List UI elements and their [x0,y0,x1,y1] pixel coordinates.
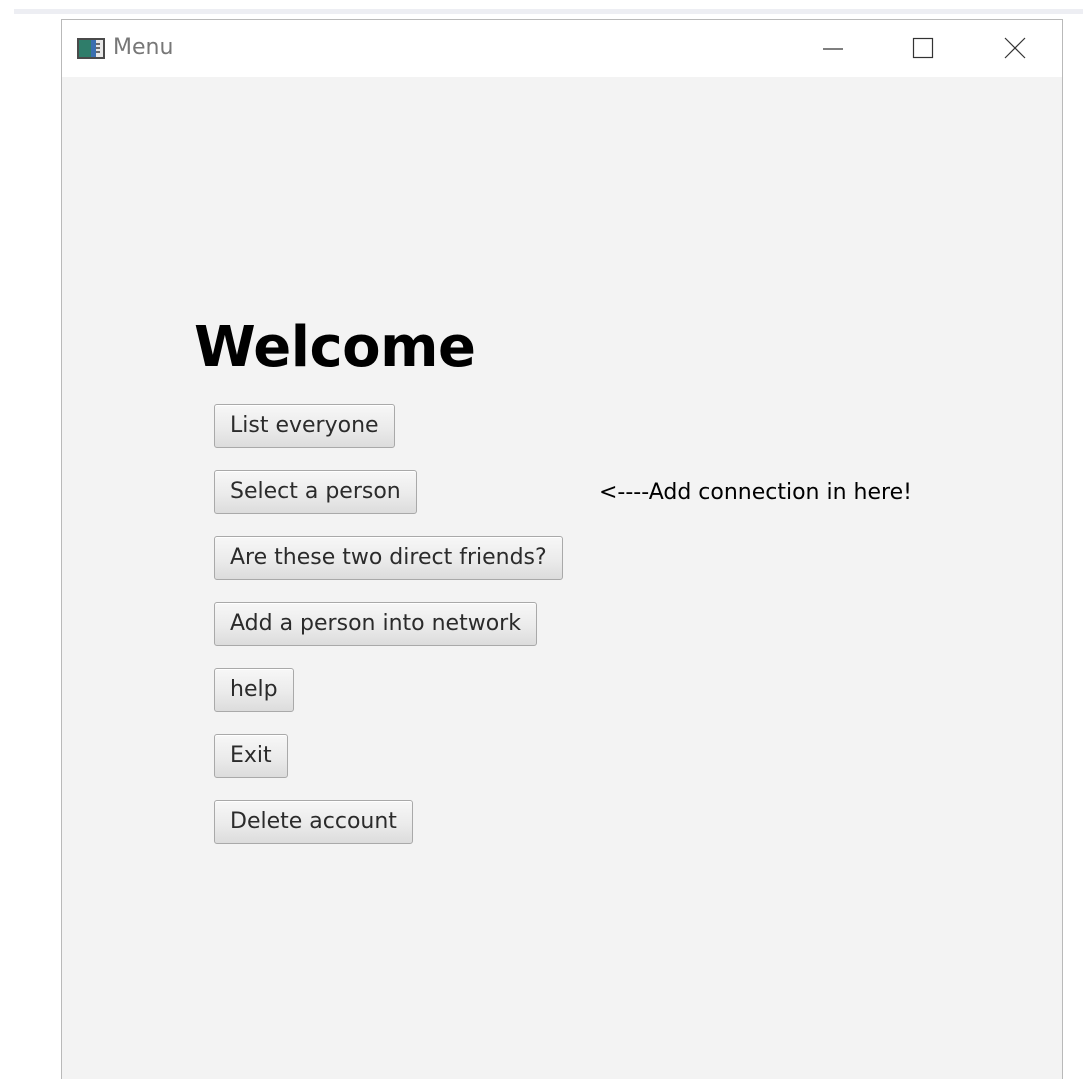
help-button[interactable]: help [214,668,294,712]
delete-account-button[interactable]: Delete account [214,800,413,844]
add-person-button[interactable]: Add a person into network [214,602,537,646]
exit-button[interactable]: Exit [214,734,288,778]
background-strip [14,9,1083,14]
minimize-button[interactable] [810,20,856,77]
maximize-icon [912,37,934,59]
close-button[interactable] [992,20,1038,77]
select-person-button[interactable]: Select a person [214,470,417,514]
add-connection-hint: <----Add connection in here! [599,480,912,505]
title-bar[interactable]: Menu [62,20,1062,77]
close-icon [1004,37,1026,59]
maximize-button[interactable] [900,20,946,77]
window-title: Menu [113,35,174,60]
minimize-icon [823,48,843,50]
app-window-icon [77,38,105,59]
app-window: Menu Welcome List everyone Select a pers… [61,19,1063,1079]
direct-friends-button[interactable]: Are these two direct friends? [214,536,563,580]
welcome-heading: Welcome [194,315,476,380]
list-everyone-button[interactable]: List everyone [214,404,395,448]
